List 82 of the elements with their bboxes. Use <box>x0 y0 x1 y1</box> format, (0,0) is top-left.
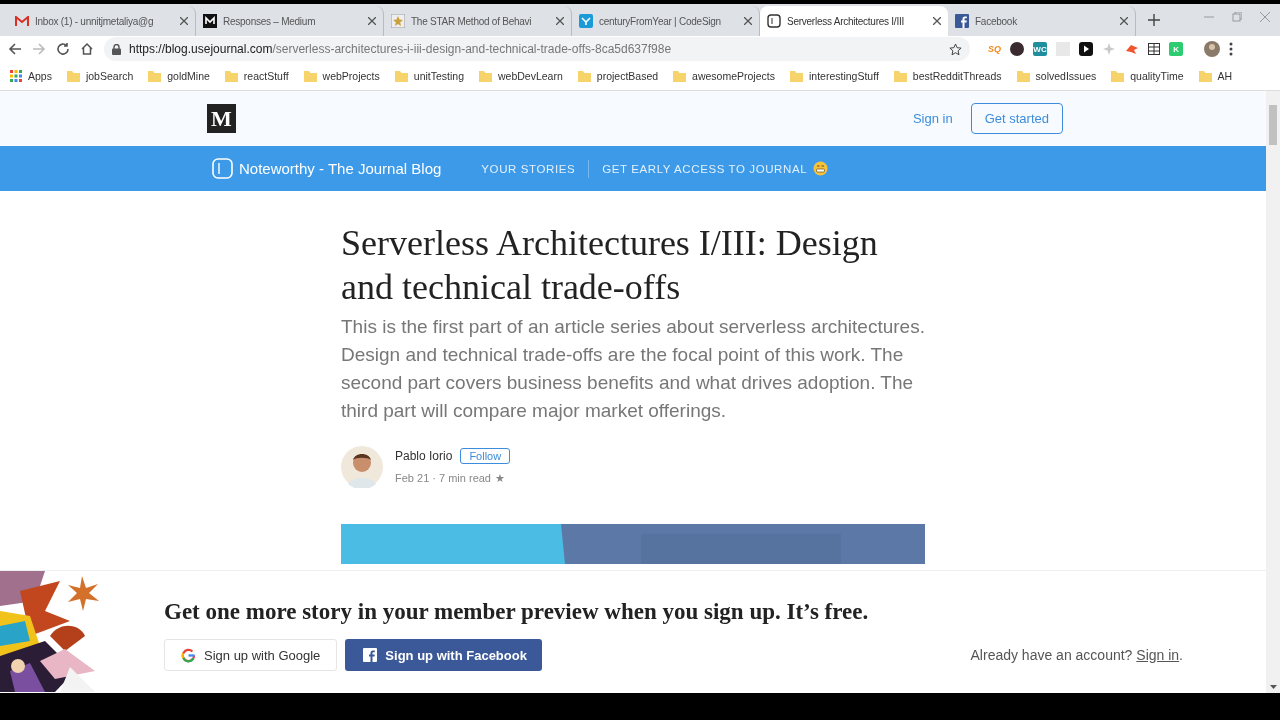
folder-icon <box>1016 70 1030 82</box>
address-bar[interactable]: https://blog.usejournal.com/serverless-architectures-i-iii-design-and-technical-trade-offs-8ca5d637f98e <box>104 37 970 61</box>
close-icon[interactable] <box>556 17 564 25</box>
folder-icon <box>893 70 907 82</box>
tab-title: Facebook <box>975 15 1018 27</box>
google-signup-button[interactable]: Sign up with Google <box>164 639 338 671</box>
bookmark-star-icon[interactable] <box>949 42 962 56</box>
banner-heading: Get one more story in your member preview when you sign up. It’s free. <box>164 599 870 625</box>
bookmark[interactable]: unitTesting <box>394 70 464 82</box>
bookmark[interactable]: webDevLearn <box>479 70 563 82</box>
bookmark[interactable]: reactStuff <box>224 70 289 82</box>
tab-title: Responses – Medium <box>223 15 317 27</box>
article-title: Serverless Architectures I/III: Design and technical trade-offs <box>341 222 879 309</box>
journal-logo-icon <box>212 158 233 179</box>
emoji-icon <box>813 161 829 176</box>
back-icon[interactable] <box>8 42 22 56</box>
star-icon <box>391 14 405 28</box>
facebook-signup-button[interactable]: Sign up with Facebook <box>345 639 542 671</box>
author-avatar[interactable] <box>341 446 383 488</box>
sign-in-link[interactable]: Sign in <box>1136 647 1180 663</box>
avatar-icon[interactable] <box>1204 41 1220 57</box>
folder-icon <box>1198 70 1212 82</box>
logo[interactable]: M <box>207 104 236 133</box>
tab-title: The STAR Method of Behavi <box>411 15 533 27</box>
logo-icon <box>203 14 217 28</box>
tab-title: Inbox (1) - unnitjmetaliya@g <box>35 15 155 27</box>
close-icon[interactable] <box>744 17 752 25</box>
folder-icon <box>479 70 492 82</box>
menu-icon[interactable] <box>1229 42 1233 56</box>
folder-icon <box>577 70 591 82</box>
folder-icon <box>789 70 803 82</box>
bird-icon[interactable] <box>1125 42 1139 56</box>
journal-icon <box>767 14 781 28</box>
folder-icon <box>303 70 317 82</box>
bookmark[interactable]: Apps <box>10 70 52 82</box>
author-name[interactable]: Pablo Iorio <box>395 449 453 463</box>
close-icon[interactable] <box>180 17 188 25</box>
extension-icon[interactable] <box>1010 42 1024 56</box>
bookmark[interactable]: interestingStuff <box>789 70 879 82</box>
bookmark[interactable]: jobSearch <box>66 70 134 82</box>
url-path: /serverless-architectures-i-iii-design-and-technical-trade-offs-8ca5d637f98e <box>272 42 672 56</box>
folder-icon <box>148 70 162 82</box>
folder-icon <box>224 70 238 82</box>
tab-title: Serverless Architectures I/III <box>787 15 905 27</box>
folder-icon <box>66 70 80 82</box>
article-meta: Feb 21 · 7 min read <box>395 472 491 484</box>
bookmark[interactable]: bestRedditThreads <box>893 70 1002 82</box>
home-icon[interactable] <box>80 42 94 56</box>
close-icon[interactable] <box>1120 17 1128 25</box>
bookmark[interactable]: goldMine <box>148 70 210 82</box>
folder-icon <box>394 70 408 82</box>
reload-icon[interactable] <box>56 42 70 56</box>
mail-icon <box>15 15 29 27</box>
facebook-icon <box>363 648 378 662</box>
close-icon[interactable] <box>933 17 941 25</box>
star-icon: ★ <box>495 472 505 484</box>
browser-tab[interactable]: Serverless Architectures I/III <box>760 6 948 36</box>
apps-icon <box>10 70 22 82</box>
bookmark[interactable]: AH <box>1198 70 1233 82</box>
grid-icon[interactable] <box>1148 43 1160 55</box>
extension-icon[interactable]: WC <box>1033 42 1047 56</box>
bookmark[interactable]: qualityTime <box>1111 70 1184 82</box>
close-icon[interactable] <box>368 17 376 25</box>
article-subtitle: This is the first part of an article series about serverless architectures. Design and technical trade-offs are the focal point of this work. The second part covers business benefits and what drives adoption. The third part will compare major market offerings. <box>341 315 926 423</box>
play-icon[interactable] <box>1079 42 1093 56</box>
url-host: https://blog.usejournal.com <box>129 42 273 56</box>
google-icon <box>181 647 196 663</box>
account-prompt: Already have an account? Sign in. <box>970 647 1183 663</box>
scroll-down-icon[interactable] <box>1269 685 1277 689</box>
bookmark[interactable]: projectBased <box>577 70 659 82</box>
folder-icon <box>1111 70 1125 82</box>
bookmark[interactable]: webProjects <box>303 70 380 82</box>
folder-icon <box>673 70 687 82</box>
bookmark[interactable]: awesomeProjects <box>673 70 775 82</box>
lock-icon <box>112 43 121 55</box>
tab-title: centuryFromYear | CodeSign <box>599 15 722 27</box>
new-tab-icon[interactable] <box>1148 14 1160 26</box>
sign-in-link[interactable]: Sign in <box>912 111 953 126</box>
facebook-icon <box>955 14 969 28</box>
follow-button[interactable]: Follow <box>460 448 511 464</box>
scrollbar-thumb[interactable] <box>1269 105 1277 145</box>
bookmark[interactable]: solvedIssues <box>1016 70 1097 82</box>
